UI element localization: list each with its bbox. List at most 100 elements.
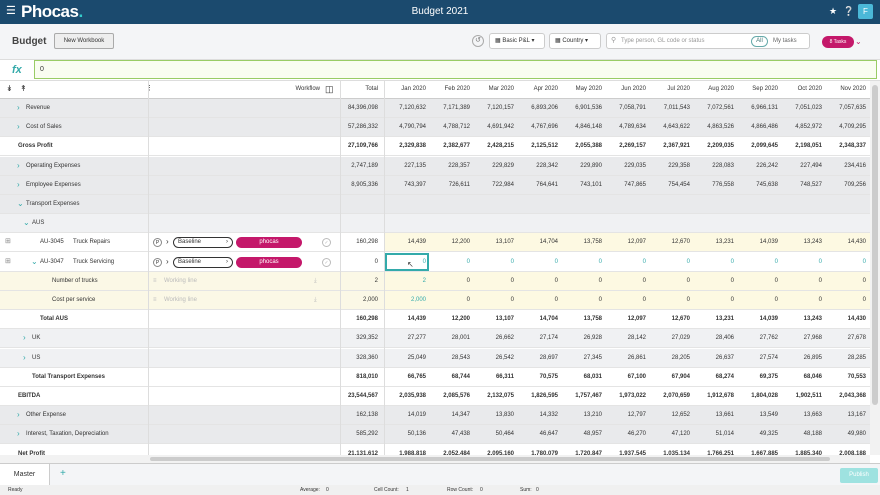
month-cell[interactable]: 0 xyxy=(694,259,734,265)
chevron-right-icon[interactable]: › xyxy=(166,257,169,266)
month-cell[interactable]: 0 xyxy=(562,259,602,265)
person-icon[interactable]: P xyxy=(153,238,162,248)
chevron-right-icon[interactable]: › xyxy=(17,122,20,131)
month-cell[interactable]: 7,057,635 xyxy=(826,105,866,111)
publish-button[interactable]: Publish xyxy=(840,468,878,483)
help-icon[interactable]: ❔ xyxy=(843,6,854,17)
month-cell[interactable]: 27,762 xyxy=(738,335,778,341)
month-cell[interactable]: 7,171,389 xyxy=(430,105,470,111)
month-cell[interactable]: 12,200 xyxy=(430,239,470,245)
chevron-right-icon[interactable]: › xyxy=(23,353,26,362)
month-cell[interactable]: 14,430 xyxy=(826,239,866,245)
month-cell[interactable]: 14,439 xyxy=(386,239,426,245)
month-cell[interactable]: 4,866,486 xyxy=(738,124,778,130)
month-cell[interactable]: 229,890 xyxy=(562,163,602,169)
month-cell[interactable]: 68,031 xyxy=(562,374,602,380)
month-cell[interactable]: 12,097 xyxy=(606,239,646,245)
month-cell[interactable]: 1,973,022 xyxy=(606,393,646,399)
formula-input[interactable]: 0 xyxy=(34,60,877,79)
chevron-down-icon[interactable]: ⌄ xyxy=(855,37,862,46)
month-cell[interactable]: 0 xyxy=(650,278,690,284)
month-cell[interactable]: 4,709,295 xyxy=(826,124,866,130)
month-cell[interactable]: 13,210 xyxy=(562,412,602,418)
month-cell[interactable]: 2,198,051 xyxy=(782,143,822,149)
month-cell[interactable]: 28,285 xyxy=(826,355,866,361)
horizontal-scrollbar-thumb[interactable] xyxy=(150,457,830,461)
month-cell[interactable]: 25,049 xyxy=(386,355,426,361)
month-cell[interactable]: 13,167 xyxy=(826,412,866,418)
month-cell[interactable]: 234,416 xyxy=(826,163,866,169)
chevron-right-icon[interactable]: › xyxy=(17,180,20,189)
month-cell[interactable]: 48,957 xyxy=(562,431,602,437)
month-cell[interactable]: 0 xyxy=(738,297,778,303)
month-cell[interactable]: 47,438 xyxy=(430,431,470,437)
month-cell[interactable]: 26,662 xyxy=(474,335,514,341)
month-cell[interactable]: 1,757,467 xyxy=(562,393,602,399)
month-cell[interactable]: 0 xyxy=(430,278,470,284)
month-cell[interactable]: 0 xyxy=(430,297,470,303)
month-cell[interactable]: 0 xyxy=(606,278,646,284)
month-cell[interactable]: 70,553 xyxy=(826,374,866,380)
month-cell[interactable]: 68,046 xyxy=(782,374,822,380)
month-cell[interactable]: 0 xyxy=(606,259,646,265)
chevron-down-icon[interactable]: ⌄ xyxy=(31,257,38,266)
month-cell[interactable]: 13,663 xyxy=(782,412,822,418)
month-cell[interactable]: 50,136 xyxy=(386,431,426,437)
chevron-right-icon[interactable]: › xyxy=(166,237,169,246)
month-cell[interactable]: 2,043,368 xyxy=(826,393,866,399)
month-cell[interactable]: 0 xyxy=(738,278,778,284)
month-cell[interactable]: 66,311 xyxy=(474,374,514,380)
month-cell[interactable]: 2,367,921 xyxy=(650,143,690,149)
month-cell[interactable]: 26,861 xyxy=(606,355,646,361)
month-cell[interactable]: 28,142 xyxy=(606,335,646,341)
month-cell[interactable]: 228,357 xyxy=(430,163,470,169)
check-icon[interactable]: ✓ xyxy=(322,257,331,267)
month-cell[interactable]: 47,120 xyxy=(650,431,690,437)
month-cell[interactable]: 7,011,543 xyxy=(650,105,690,111)
month-cell[interactable]: 4,852,972 xyxy=(782,124,822,130)
month-cell[interactable]: 27,968 xyxy=(782,335,822,341)
month-cell[interactable]: 4,788,712 xyxy=(430,124,470,130)
month-cell[interactable]: 67,100 xyxy=(606,374,646,380)
month-cell[interactable]: 66,765 xyxy=(386,374,426,380)
month-cell[interactable]: 13,830 xyxy=(474,412,514,418)
workflow-panel-icon[interactable]: ◫ xyxy=(325,84,334,95)
month-cell[interactable]: 2,329,838 xyxy=(386,143,426,149)
month-cell[interactable]: 28,205 xyxy=(650,355,690,361)
month-cell[interactable]: 722,984 xyxy=(474,182,514,188)
horizontal-scrollbar[interactable] xyxy=(0,455,870,463)
month-cell[interactable]: 51,014 xyxy=(694,431,734,437)
month-cell[interactable]: 0 xyxy=(650,297,690,303)
month-cell[interactable]: 2,085,576 xyxy=(430,393,470,399)
month-cell[interactable]: 27,277 xyxy=(386,335,426,341)
phocas-assignee-pill[interactable]: phocas xyxy=(236,237,302,249)
month-cell[interactable]: 227,494 xyxy=(782,163,822,169)
person-icon[interactable]: P xyxy=(153,257,162,267)
month-cell[interactable]: 2,000 xyxy=(386,297,426,303)
month-cell[interactable]: 0 xyxy=(474,297,514,303)
month-cell[interactable]: 1,826,595 xyxy=(518,393,558,399)
month-cell[interactable]: 726,611 xyxy=(430,182,470,188)
month-cell[interactable]: 4,846,148 xyxy=(562,124,602,130)
month-cell[interactable]: 0 xyxy=(826,259,866,265)
tab-master[interactable]: Master xyxy=(0,464,50,486)
month-cell[interactable]: 764,641 xyxy=(518,182,558,188)
month-cell[interactable]: 13,231 xyxy=(694,239,734,245)
month-cell[interactable]: 26,542 xyxy=(474,355,514,361)
month-cell[interactable]: 0 xyxy=(518,297,558,303)
month-cell[interactable]: 14,439 xyxy=(386,316,426,322)
month-cell[interactable]: 4,643,622 xyxy=(650,124,690,130)
month-cell[interactable]: 13,243 xyxy=(782,316,822,322)
month-cell[interactable]: 2,132,075 xyxy=(474,393,514,399)
row-select-icon[interactable]: ⊞ xyxy=(5,257,11,265)
month-cell[interactable]: 1,902,511 xyxy=(782,393,822,399)
month-cell[interactable]: 2,099,645 xyxy=(738,143,778,149)
row-select-icon[interactable]: ⊞ xyxy=(5,237,11,245)
month-cell[interactable]: 27,029 xyxy=(650,335,690,341)
month-cell[interactable]: 0 xyxy=(782,297,822,303)
month-cell[interactable]: 13,107 xyxy=(474,316,514,322)
month-cell[interactable]: 2,070,659 xyxy=(650,393,690,399)
collapse-all-icon[interactable]: ↟ xyxy=(20,84,27,93)
month-cell[interactable]: 26,928 xyxy=(562,335,602,341)
month-cell[interactable]: 14,704 xyxy=(518,239,558,245)
